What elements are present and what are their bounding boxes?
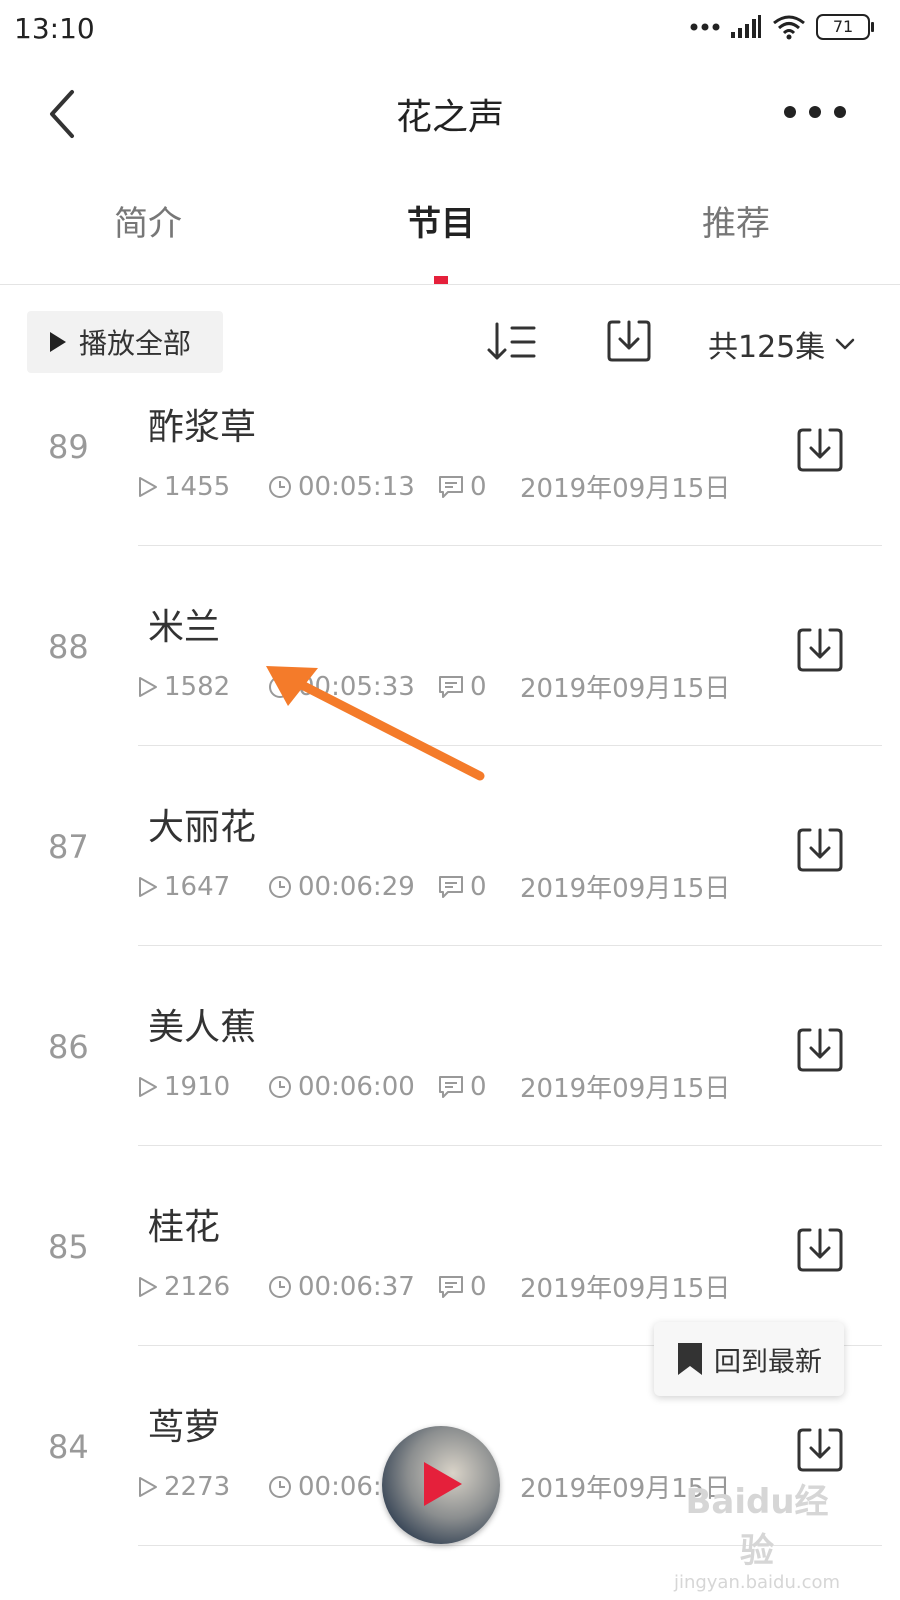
episode-number: 85 [48,1228,89,1266]
play-count: 1455 [138,472,268,502]
episode-row[interactable]: 86 美人蕉 1910 00:06:00 0 2019年09月15日 [0,948,900,1148]
clock-icon [269,675,291,698]
comment-icon [439,1075,463,1098]
episode-title: 美人蕉 [148,1007,257,1048]
watermark-sub: jingyan.baidu.com [673,1572,841,1593]
comment-icon [439,475,463,498]
comment-count: 0 [438,472,520,502]
signal-dots-icon [690,23,720,31]
duration: 00:06:29 [268,872,438,902]
comment-count: 0 [438,1072,520,1102]
back-to-latest-button[interactable]: 回到最新 [654,1322,844,1396]
play-count-icon [139,1076,157,1097]
watermark: Baidu经验 jingyan.baidu.com [672,1474,842,1593]
more-dots-icon [784,106,846,118]
tab-recommend[interactable]: 推荐 [656,196,816,245]
battery-icon: 71 [816,14,874,40]
publish-date: 2019年09月15日 [520,474,731,504]
mini-player[interactable] [382,1426,500,1544]
wifi-icon [773,15,805,40]
play-count: 1647 [138,872,268,902]
publish-date: 2019年09月15日 [520,1074,731,1104]
clock-icon [269,1475,291,1498]
status-icons: 71 [690,14,874,40]
comment-icon [439,1275,463,1298]
episode-title: 桂花 [148,1207,221,1248]
episode-number: 84 [48,1428,89,1466]
episode-meta: 1910 00:06:00 0 2019年09月15日 [138,1068,730,1105]
episode-title: 大丽花 [148,807,257,848]
more-button[interactable] [780,100,850,124]
play-count-icon [139,876,157,897]
bookmark-icon [678,1343,702,1375]
episode-row[interactable]: 87 大丽花 1647 00:06:29 0 2019年09月15日 [0,748,900,948]
clock-icon [269,475,291,498]
download-icon[interactable] [796,426,844,474]
row-divider [138,945,882,946]
episode-number: 88 [48,628,89,666]
publish-date: 2019年09月15日 [520,674,731,704]
clock-icon [269,1275,291,1298]
play-count-icon [139,1276,157,1297]
download-icon[interactable] [796,626,844,674]
tab-active-indicator [434,276,448,284]
episode-title: 米兰 [148,607,221,648]
duration: 00:06:37 [268,1272,438,1302]
watermark-main: Baidu经验 [685,1482,829,1571]
comment-icon [439,675,463,698]
download-icon[interactable] [796,826,844,874]
clock-icon [269,875,291,898]
episode-title: 酢浆草 [148,407,257,448]
episode-number: 86 [48,1028,89,1066]
duration: 00:06:00 [268,1072,438,1102]
cell-signal-icon [731,15,761,38]
episode-row[interactable]: 88 米兰 1582 00:05:33 0 2019年09月15日 [0,548,900,748]
play-count: 2273 [138,1472,268,1502]
row-divider [138,1145,882,1146]
duration: 00:05:33 [268,672,438,702]
page-title: 花之声 [395,97,504,138]
episode-row[interactable]: 89 酢浆草 1455 00:05:13 0 2019年09月15日 [0,348,900,548]
comment-count: 0 [438,872,520,902]
comment-icon [439,875,463,898]
play-count: 2126 [138,1272,268,1302]
play-count: 1582 [138,672,268,702]
episode-list: 89 酢浆草 1455 00:05:13 0 2019年09月15日 88 米兰… [0,348,900,1600]
status-time: 13:10 [14,12,95,45]
row-divider [138,545,882,546]
episode-row[interactable]: 85 桂花 2126 00:06:37 0 2019年09月15日 [0,1148,900,1348]
publish-date: 2019年09月15日 [520,1274,731,1304]
episode-meta: 1647 00:06:29 0 2019年09月15日 [138,868,730,905]
episode-number: 87 [48,828,89,866]
back-to-latest-label: 回到最新 [714,1346,822,1378]
play-count-icon [139,1476,157,1497]
episode-number: 89 [48,428,89,466]
tab-divider [0,284,900,285]
play-count: 1910 [138,1072,268,1102]
tab-programs[interactable]: 节目 [361,196,521,245]
duration: 00:05:13 [268,472,438,502]
play-count-icon [139,476,157,497]
episode-title: 茑萝 [148,1407,221,1448]
play-icon [424,1462,462,1506]
play-count-icon [139,676,157,697]
comment-count: 0 [438,672,520,702]
clock-icon [269,1075,291,1098]
episode-meta: 1582 00:05:33 0 2019年09月15日 [138,668,730,705]
row-divider [138,745,882,746]
episode-meta: 1455 00:05:13 0 2019年09月15日 [138,468,730,505]
comment-count: 0 [438,1272,520,1302]
tab-intro[interactable]: 简介 [68,196,228,245]
download-icon[interactable] [796,1226,844,1274]
publish-date: 2019年09月15日 [520,874,731,904]
download-icon[interactable] [796,1026,844,1074]
download-icon[interactable] [796,1426,844,1474]
episode-meta: 2126 00:06:37 0 2019年09月15日 [138,1268,730,1305]
